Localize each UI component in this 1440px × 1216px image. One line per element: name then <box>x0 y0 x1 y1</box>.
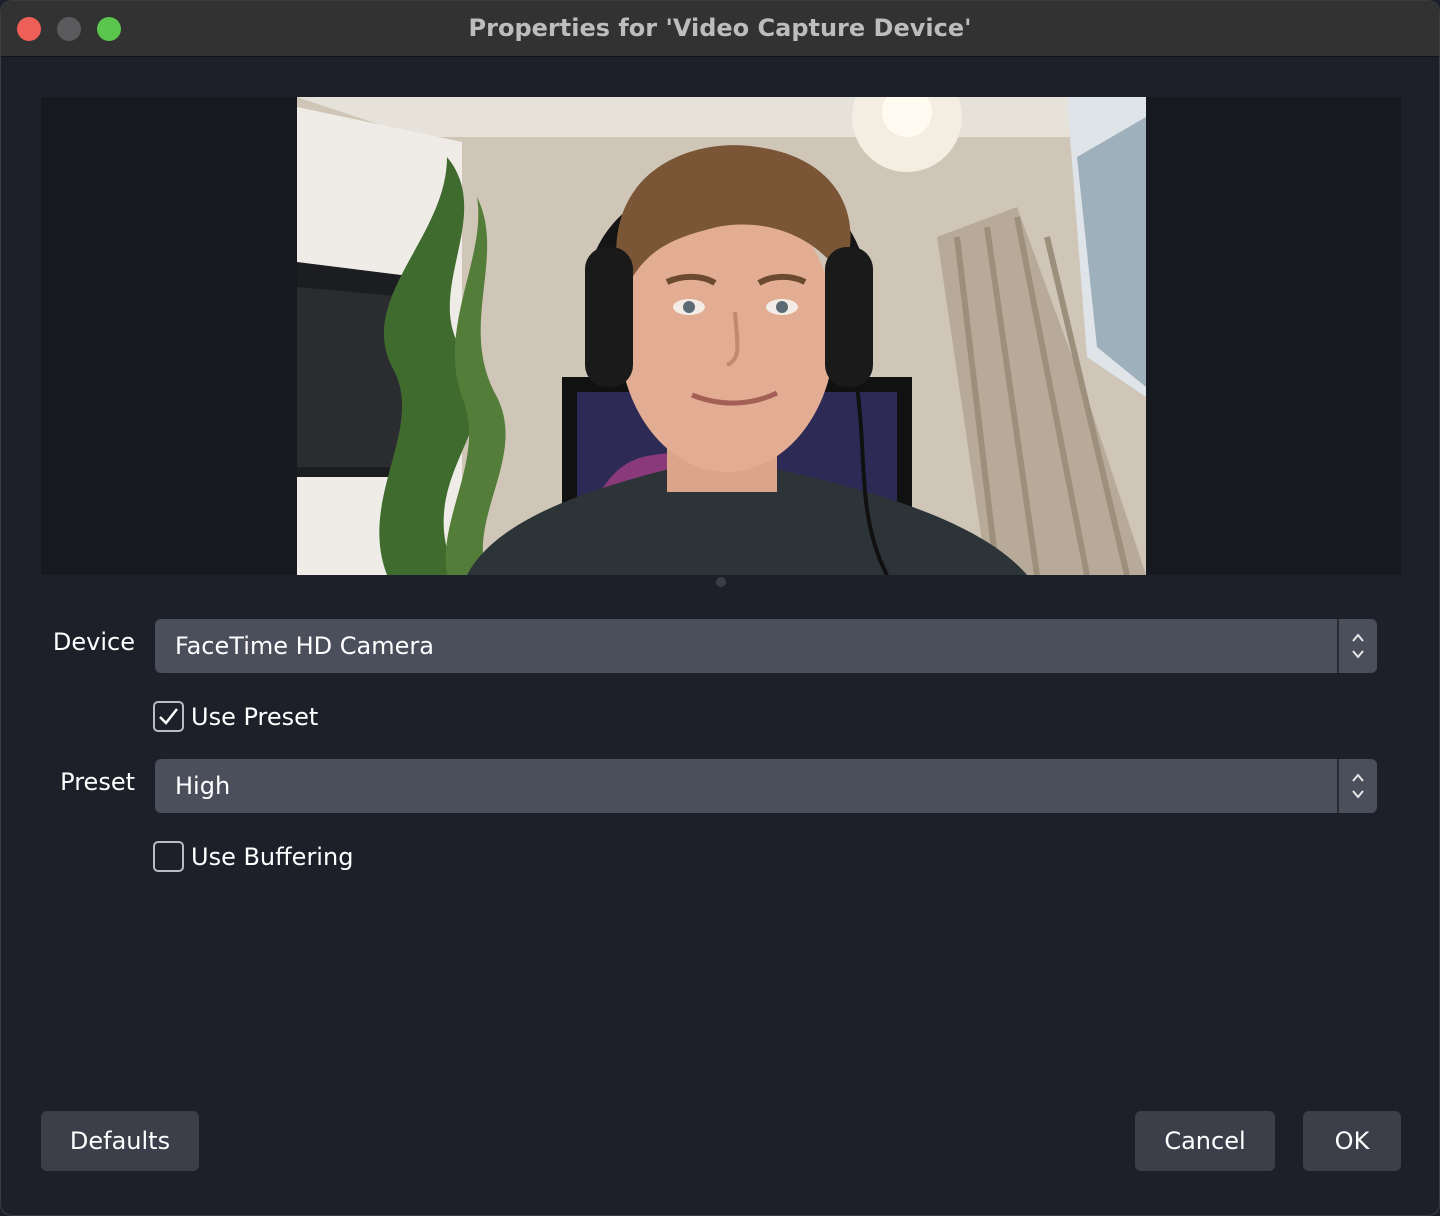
preview-resize-handle[interactable] <box>716 577 726 587</box>
properties-window: Properties for 'Video Capture Device' De… <box>0 0 1440 1216</box>
up-down-chevron-icon <box>1352 633 1364 659</box>
use-preset-label[interactable]: Use Preset <box>191 703 318 731</box>
preset-select-value: High <box>175 772 231 800</box>
checkmark-icon <box>159 708 178 725</box>
window-title: Properties for 'Video Capture Device' <box>468 14 972 42</box>
preset-select-arrows[interactable] <box>1337 759 1377 813</box>
use-preset-checkbox[interactable] <box>153 701 184 732</box>
preset-select[interactable]: High <box>155 759 1377 813</box>
up-down-chevron-icon <box>1352 773 1364 799</box>
preset-label: Preset <box>60 768 135 796</box>
cancel-button[interactable]: Cancel <box>1135 1111 1275 1171</box>
title-bar[interactable]: Properties for 'Video Capture Device' <box>1 1 1439 57</box>
preview-area <box>41 97 1401 575</box>
ok-button[interactable]: OK <box>1303 1111 1401 1171</box>
device-select-arrows[interactable] <box>1337 619 1377 673</box>
use-buffering-label[interactable]: Use Buffering <box>191 843 353 871</box>
device-label: Device <box>52 628 135 656</box>
device-select-value: FaceTime HD Camera <box>175 632 434 660</box>
webcam-preview-image <box>297 97 1146 575</box>
use-buffering-checkbox[interactable] <box>153 841 184 872</box>
webcam-feed-illustration <box>297 97 1146 575</box>
defaults-button[interactable]: Defaults <box>41 1111 199 1171</box>
device-select[interactable]: FaceTime HD Camera <box>155 619 1377 673</box>
